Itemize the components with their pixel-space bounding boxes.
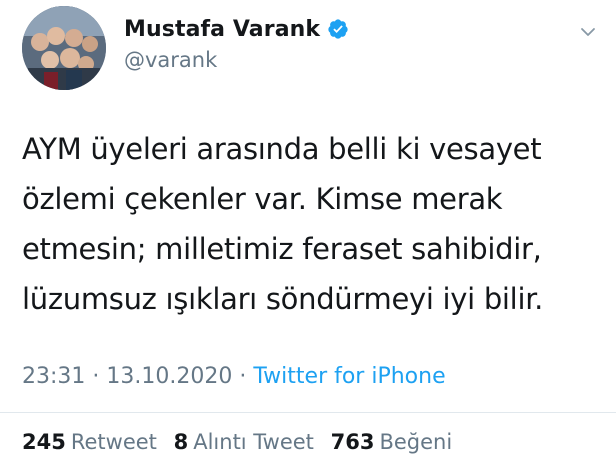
name-row: Mustafa Varank xyxy=(124,17,349,42)
retweets-stat[interactable]: 245 Retweet xyxy=(22,430,157,454)
divider xyxy=(0,412,616,413)
meta-separator: · xyxy=(92,364,100,389)
tweet-time[interactable]: 23:31 xyxy=(22,364,85,389)
tweet-text: AYM üyeleri arasında belli ki vesayet öz… xyxy=(22,132,544,316)
likes-label: Beğeni xyxy=(379,430,453,454)
tweet-meta: 23:31 · 13.10.2020 · Twitter for iPhone xyxy=(22,364,446,389)
quotes-label: Alıntı Tweet xyxy=(193,430,314,454)
likes-count: 763 xyxy=(330,430,375,454)
meta-separator: · xyxy=(239,364,247,389)
author-display-name[interactable]: Mustafa Varank xyxy=(124,17,320,42)
retweets-count: 245 xyxy=(22,430,66,454)
avatar[interactable] xyxy=(22,6,106,90)
chevron-down-icon[interactable] xyxy=(578,22,598,42)
verified-badge-icon xyxy=(327,18,349,40)
tweet-date[interactable]: 13.10.2020 xyxy=(106,364,232,389)
author-identity: Mustafa Varank @varank xyxy=(124,17,349,72)
tweet-header: Mustafa Varank @varank xyxy=(22,6,349,90)
author-handle[interactable]: @varank xyxy=(124,48,349,72)
quotes-count: 8 xyxy=(173,430,189,454)
avatar-photo xyxy=(22,6,106,90)
tweet-card: Mustafa Varank @varank AYM üyeleri arası… xyxy=(0,0,616,465)
tweet-stats: 245 Retweet 8 Alıntı Tweet 763 Beğeni xyxy=(22,430,462,454)
quotes-stat[interactable]: 8 Alıntı Tweet xyxy=(174,430,314,454)
likes-stat[interactable]: 763 Beğeni xyxy=(331,430,453,454)
tweet-source-link[interactable]: Twitter for iPhone xyxy=(253,364,445,389)
retweets-label: Retweet xyxy=(70,430,157,454)
